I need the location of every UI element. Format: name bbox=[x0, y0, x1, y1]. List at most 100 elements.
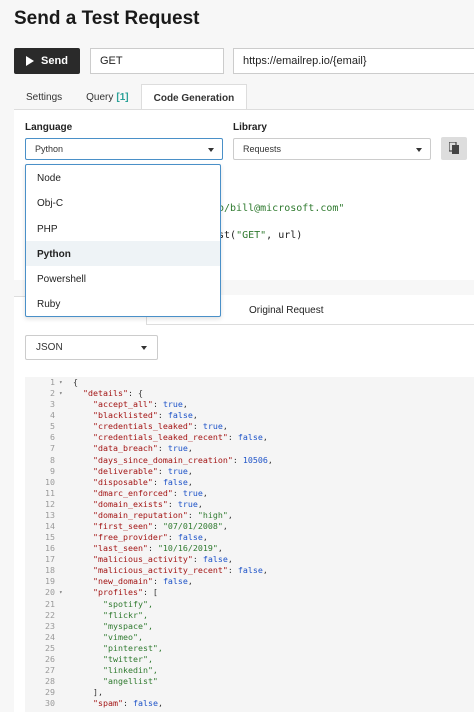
punct: , bbox=[192, 410, 198, 421]
tab-code-generation[interactable]: Code Generation bbox=[140, 84, 248, 110]
code-line: 6 "credentials_leaked_recent": false, bbox=[25, 432, 474, 443]
line-number: 12 bbox=[45, 498, 55, 509]
code-line: 9 "deliverable": true, bbox=[25, 466, 474, 477]
punct: : bbox=[187, 509, 198, 520]
code-line: 22 "flickr", bbox=[25, 610, 474, 621]
line-number: 4 bbox=[50, 410, 55, 421]
json-string: "10/16/2019" bbox=[157, 543, 218, 554]
copy-button[interactable] bbox=[441, 137, 467, 160]
code-line-url: o/bill@microsoft.com" bbox=[218, 203, 345, 214]
page-title: Send a Test Request bbox=[14, 8, 200, 29]
punct: : bbox=[152, 521, 163, 532]
json-bool: false bbox=[237, 565, 263, 576]
chevron-down-icon bbox=[141, 346, 147, 350]
language-option-node[interactable]: Node bbox=[26, 165, 220, 190]
code-line: 1 ▾ { bbox=[25, 377, 474, 388]
code-text: { bbox=[73, 377, 78, 388]
tab-query[interactable]: Query [1] bbox=[74, 84, 140, 110]
code-line: 18 "malicious_activity_recent": false, bbox=[25, 565, 474, 576]
code-text: "free_provider": false, bbox=[73, 532, 208, 543]
json-bool: false bbox=[132, 698, 158, 709]
language-option-php[interactable]: PHP bbox=[26, 216, 220, 241]
json-key: "domain_reputation" bbox=[92, 509, 188, 520]
format-select[interactable]: JSON bbox=[25, 335, 158, 360]
language-option-powershell[interactable]: Powershell bbox=[26, 266, 220, 291]
chevron-down-icon bbox=[208, 148, 214, 152]
url-input[interactable]: https://emailrep.io/{email} bbox=[233, 48, 474, 74]
json-key: "disposable" bbox=[92, 476, 153, 487]
line-number: 9 bbox=[50, 465, 55, 476]
punct: : bbox=[152, 399, 163, 410]
tab-settings[interactable]: Settings bbox=[14, 84, 74, 110]
code-line: 28 "angellist" bbox=[25, 676, 474, 687]
fold-toggle-icon: ▾ bbox=[59, 379, 63, 386]
punct: , bbox=[182, 399, 188, 410]
code-text: "details": { bbox=[73, 388, 143, 399]
json-string: "flickr", bbox=[102, 609, 148, 620]
json-string: "high" bbox=[197, 509, 228, 520]
line-number: 23 bbox=[45, 620, 55, 631]
send-button[interactable]: Send bbox=[14, 48, 80, 74]
punct: : bbox=[167, 532, 178, 543]
json-bool: true bbox=[167, 443, 188, 454]
code-text: "days_since_domain_creation": 10506, bbox=[73, 455, 273, 466]
punct: : bbox=[147, 543, 158, 554]
code-text: ], bbox=[73, 687, 103, 698]
json-key: "details" bbox=[83, 388, 128, 399]
code-text: "flickr", bbox=[73, 610, 148, 621]
language-label: Language bbox=[25, 122, 73, 133]
line-number: 8 bbox=[50, 454, 55, 465]
code-text: "malicious_activity": false, bbox=[73, 554, 233, 565]
code-text: "twitter", bbox=[73, 654, 153, 665]
response-code-viewer[interactable]: 1 ▾{2 ▾ "details": {3 "accept_all": true, 4… bbox=[25, 377, 474, 712]
punct: : bbox=[167, 498, 178, 509]
code-line: 11 "dmarc_enforced": true, bbox=[25, 488, 474, 499]
send-button-label: Send bbox=[41, 55, 68, 67]
json-bool: false bbox=[162, 476, 188, 487]
code-text: "dmarc_enforced": true, bbox=[73, 488, 208, 499]
library-label: Library bbox=[233, 122, 267, 133]
method-input[interactable]: GET bbox=[90, 48, 224, 74]
json-string: "twitter", bbox=[102, 653, 153, 664]
punct: , bbox=[262, 432, 268, 443]
code-text: "domain_exists": true, bbox=[73, 499, 203, 510]
json-key: "data_breach" bbox=[92, 443, 158, 454]
punct: , bbox=[157, 698, 163, 709]
json-key: "spam" bbox=[92, 698, 123, 709]
punct: : [ bbox=[142, 587, 158, 598]
language-option-ruby[interactable]: Ruby bbox=[26, 291, 220, 316]
language-option-objc[interactable]: Obj-C bbox=[26, 190, 220, 215]
code-text: "last_seen": "10/16/2019", bbox=[73, 543, 223, 554]
code-text: "pinterest", bbox=[73, 643, 163, 654]
brace: { bbox=[73, 377, 78, 387]
line-number: 19 bbox=[45, 576, 55, 587]
code-text: "accept_all": true, bbox=[73, 399, 188, 410]
line-number: 3 bbox=[50, 399, 55, 410]
language-select[interactable]: Python bbox=[25, 138, 223, 160]
punct: : bbox=[122, 698, 133, 709]
language-dropdown-menu: Node Obj-C PHP Python Powershell Ruby bbox=[25, 164, 221, 317]
json-key: "credentials_leaked" bbox=[92, 421, 193, 432]
punct: : bbox=[227, 432, 238, 443]
library-select[interactable]: Requests bbox=[233, 138, 431, 160]
punct: , bbox=[187, 465, 193, 476]
language-option-python[interactable]: Python bbox=[26, 240, 220, 267]
code-line: 27 "linkedin", bbox=[25, 665, 474, 676]
code-line: 8 "days_since_domain_creation": 10506, bbox=[25, 455, 474, 466]
line-number: 14 bbox=[45, 521, 55, 532]
json-key: "profiles" bbox=[92, 587, 143, 598]
code-text: "linkedin", bbox=[73, 665, 158, 676]
json-number: 10506 bbox=[242, 454, 268, 465]
line-number: 27 bbox=[45, 665, 55, 676]
code-line: 12 "domain_exists": true, bbox=[25, 499, 474, 510]
